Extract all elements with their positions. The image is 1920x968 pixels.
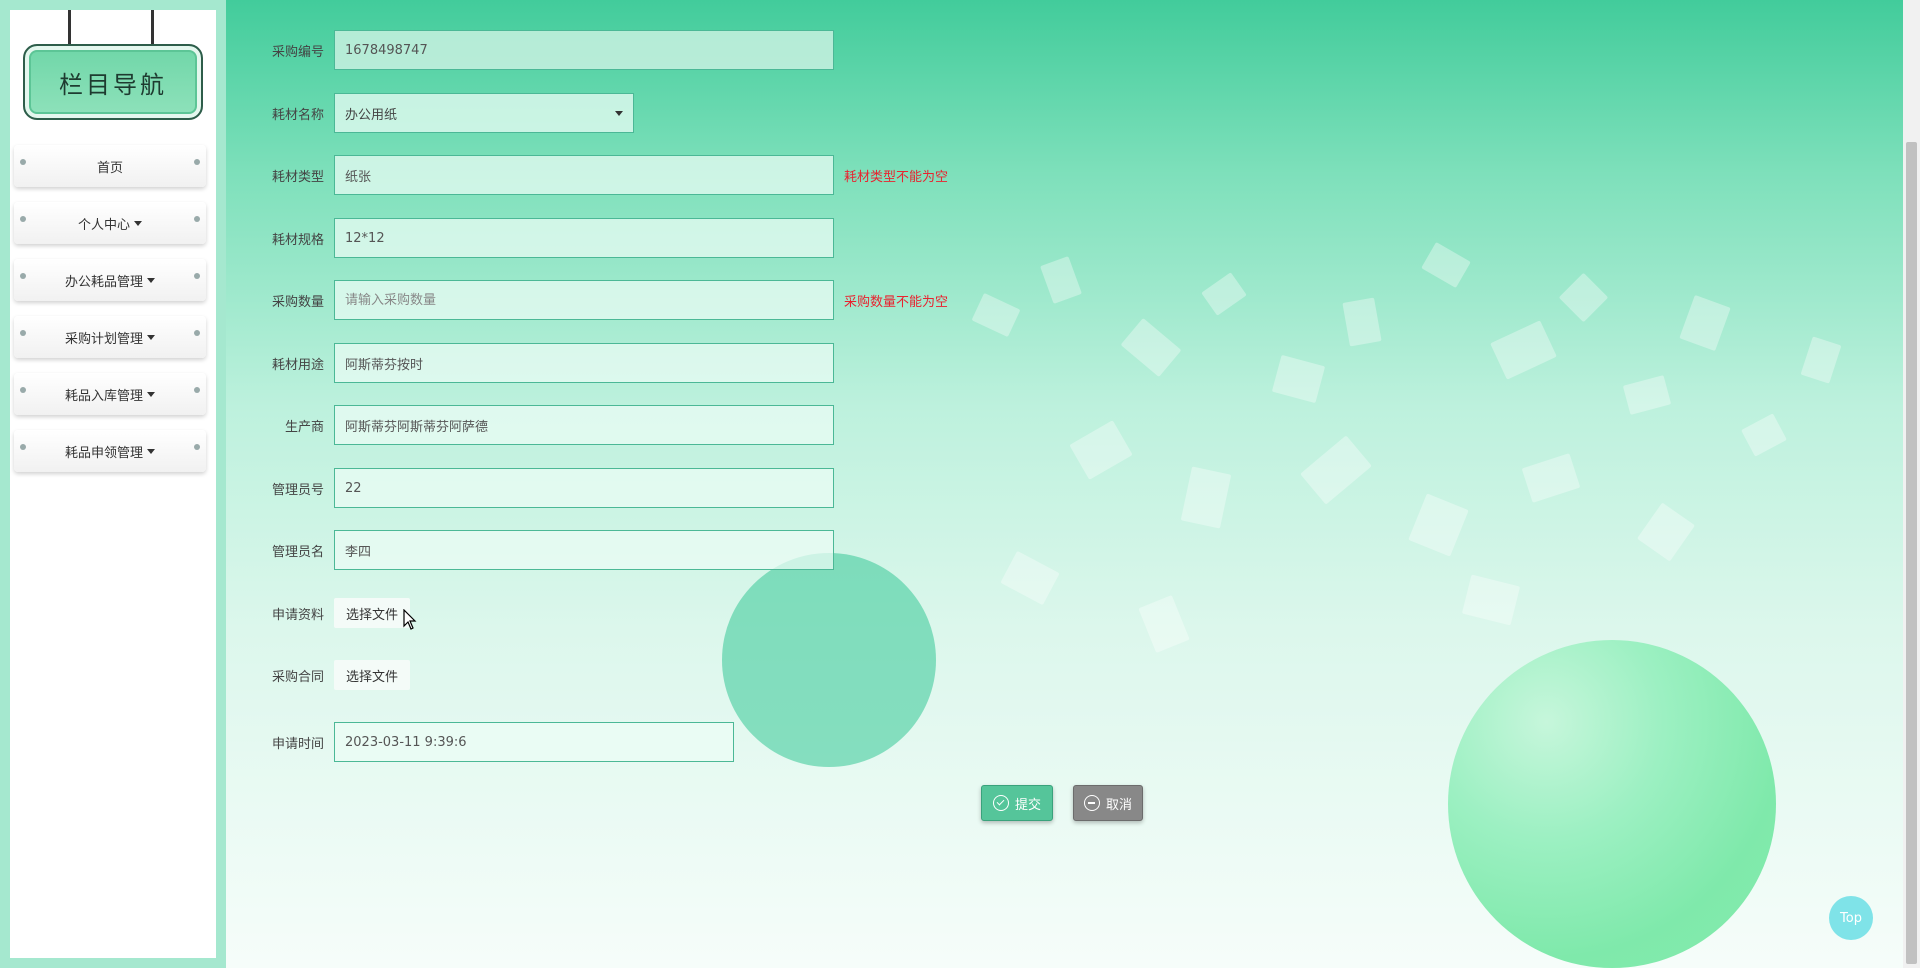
sidebar-item-requisition[interactable]: 耗品申领管理 [14,430,206,472]
form-row-material-spec: 耗材规格 [262,218,834,258]
form-row-admin-no: 管理员号 [262,468,834,508]
form-row-apply-time: 申请时间 [262,722,734,762]
sidebar-item-home[interactable]: 首页 [14,145,206,187]
material-name-selected: 办公用纸 [345,107,398,123]
purchase-qty-error: 采购数量不能为空 [844,294,949,310]
admin-no-input[interactable] [334,468,834,508]
sidebar-item-purchase-plan[interactable]: 采购计划管理 [14,316,206,358]
material-spec-label: 耗材规格 [271,232,324,248]
form-row-manufacturer: 生产商 [262,405,834,445]
material-type-label: 耗材类型 [271,169,324,185]
sidebar-item-label: 个人中心 [77,217,130,233]
mouse-cursor-icon [403,609,417,630]
caret-down-icon [147,448,155,454]
admin-name-input[interactable] [334,530,834,570]
caret-down-icon [134,220,142,226]
manufacturer-input[interactable] [334,405,834,445]
nav-title: 栏目导航 [59,70,167,99]
cancel-label: 取消 [1105,797,1132,813]
material-type-input[interactable] [334,155,834,195]
decorative-bubble [1448,640,1776,968]
material-name-label: 耗材名称 [271,107,324,123]
admin-name-label: 管理员名 [271,544,324,560]
decorative-bubble [722,553,936,767]
form-row-purchase-qty: 采购数量 采购数量不能为空 [262,280,948,320]
sidebar: 栏目导航 首页 个人中心 办公耗品管理 采购计划管理 耗品入库管理 耗品申领管理 [0,0,226,968]
sidebar-item-label: 办公耗品管理 [64,274,143,290]
scrollbar-thumb[interactable] [1906,142,1917,964]
material-use-label: 耗材用途 [271,357,324,373]
submit-label: 提交 [1014,797,1041,813]
check-circle-icon [992,795,1009,811]
sidebar-item-label: 耗品入库管理 [64,388,143,404]
form-row-apply-docs: 申请资料 选择文件 [262,593,411,633]
purchase-contract-file-button[interactable]: 选择文件 [334,660,411,690]
submit-button[interactable]: 提交 [981,785,1053,821]
caret-down-icon [147,391,155,397]
form-row-purchase-no: 采购编号 [262,30,834,70]
manufacturer-label: 生产商 [284,419,324,435]
caret-down-icon [147,334,155,340]
purchase-qty-input[interactable] [334,280,834,320]
material-spec-input[interactable] [334,218,834,258]
sidebar-item-personal-center[interactable]: 个人中心 [14,202,206,244]
caret-down-icon [147,277,155,283]
nav-title-sign: 栏目导航 [23,44,203,120]
purchase-qty-label: 采购数量 [271,294,324,310]
form-row-purchase-contract: 采购合同 选择文件 [262,655,411,695]
apply-docs-label: 申请资料 [271,607,324,623]
chevron-down-icon [615,110,623,116]
form-row-material-use: 耗材用途 [262,343,834,383]
admin-no-label: 管理员号 [271,482,324,498]
sidebar-item-office-supplies[interactable]: 办公耗品管理 [14,259,206,301]
sidebar-item-stock-in[interactable]: 耗品入库管理 [14,373,206,415]
minus-circle-icon [1083,795,1100,811]
apply-time-label: 申请时间 [271,736,324,752]
form-row-admin-name: 管理员名 [262,530,834,570]
sidebar-item-label: 耗品申领管理 [64,445,143,461]
form-row-material-name: 耗材名称 办公用纸 [262,93,634,133]
purchase-contract-label: 采购合同 [271,669,324,685]
back-to-top-button[interactable]: Top [1829,896,1873,940]
material-use-input[interactable] [334,343,834,383]
apply-time-input[interactable] [334,722,734,762]
purchase-no-input[interactable] [334,30,834,70]
sidebar-item-label: 采购计划管理 [64,331,143,347]
purchase-no-label: 采购编号 [271,44,324,60]
material-type-error: 耗材类型不能为空 [844,169,949,185]
sidebar-item-label: 首页 [96,160,123,176]
form-row-material-type: 耗材类型 耗材类型不能为空 [262,155,948,195]
material-name-select[interactable]: 办公用纸 [334,93,634,133]
apply-docs-file-button[interactable]: 选择文件 [334,598,411,628]
cancel-button[interactable]: 取消 [1073,785,1143,821]
